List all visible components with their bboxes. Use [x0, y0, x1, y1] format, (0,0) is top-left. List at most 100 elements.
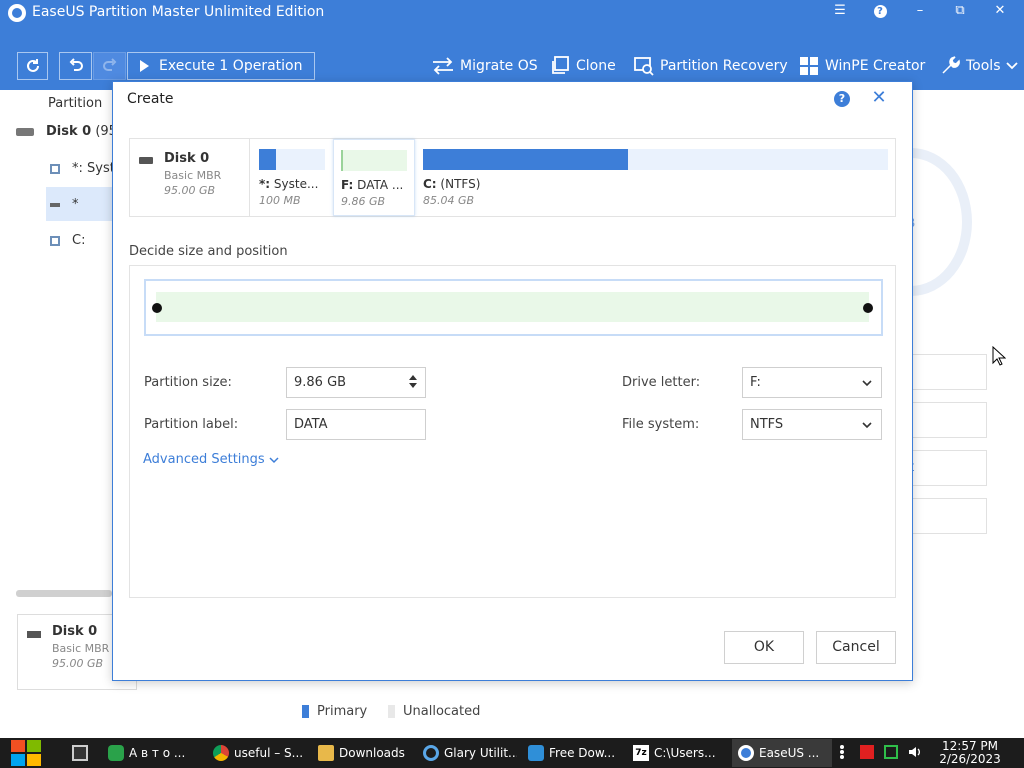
clone-button[interactable]: Clone	[550, 54, 616, 78]
legend-primary: Primary	[302, 704, 367, 719]
7zip-icon: 7z	[633, 745, 649, 761]
easeus-logo-icon	[8, 4, 26, 22]
tree-item-unallocated[interactable]: *	[50, 197, 79, 212]
system-clock[interactable]: 12:57 PM 2/26/2023	[930, 740, 1010, 766]
chat-icon	[108, 745, 124, 761]
refresh-icon	[26, 59, 39, 72]
clone-icon	[552, 56, 569, 74]
action-button-3[interactable]: t	[900, 450, 987, 486]
drive-letter-select[interactable]: F:	[742, 367, 882, 398]
cancel-button[interactable]: Cancel	[816, 631, 896, 664]
tree-item-c[interactable]: C:	[50, 233, 85, 248]
download-icon	[528, 745, 544, 761]
close-icon[interactable]: ✕	[869, 88, 889, 108]
taskbar-item[interactable]	[66, 739, 96, 767]
taskbar-item[interactable]: Glary Utilit...	[417, 739, 517, 767]
usage-fill	[259, 149, 276, 170]
taskbar-item[interactable]: Free Dow...	[522, 739, 622, 767]
help-icon[interactable]: ?	[834, 91, 850, 107]
tree-item-system[interactable]: *: Syst	[50, 161, 115, 176]
spinner-arrows-icon[interactable]	[409, 375, 417, 389]
taskbar: А в т о ... useful – S... Downloads Glar…	[0, 738, 1024, 768]
disk-icon	[27, 631, 41, 638]
slider-right-handle[interactable]	[863, 303, 873, 313]
execute-operation-button[interactable]: Execute 1 Operation	[127, 52, 315, 80]
slider-left-handle[interactable]	[152, 303, 162, 313]
dialog-title: Create	[127, 91, 174, 107]
action-button-2[interactable]	[900, 402, 987, 438]
partition-size-input[interactable]: 9.86 GB	[286, 367, 426, 398]
maximize-button[interactable]: ⧉	[940, 0, 980, 22]
action-button-4[interactable]	[900, 498, 987, 534]
taskbar-item[interactable]: 7z C:\Users...	[627, 739, 727, 767]
start-button[interactable]	[9, 738, 44, 768]
undo-button[interactable]	[59, 52, 92, 80]
chevron-down-icon	[1005, 62, 1018, 70]
advanced-settings-link[interactable]: Advanced Settings	[143, 452, 279, 467]
file-system-label: File system:	[622, 417, 700, 432]
tray-overflow-icon[interactable]	[840, 745, 844, 759]
windows-flag-icon	[11, 740, 41, 766]
taskbar-item-active[interactable]: EaseUS ...	[732, 739, 832, 767]
chevron-down-icon	[862, 380, 872, 387]
recovery-icon	[634, 57, 654, 76]
disk-icon	[16, 127, 34, 136]
folder-icon	[318, 745, 334, 761]
flag-tray-icon[interactable]	[860, 745, 874, 759]
undo-icon	[69, 58, 83, 71]
partition-block-data[interactable]: F: DATA ... 9.86 GB	[333, 139, 415, 216]
horizontal-scrollbar[interactable]	[16, 590, 112, 597]
glary-icon	[423, 745, 439, 761]
ok-button[interactable]: OK	[724, 631, 804, 664]
action-button-1[interactable]	[900, 354, 987, 390]
refresh-button[interactable]	[17, 52, 48, 80]
easeus-icon	[738, 745, 754, 761]
partition-size-label: Partition size:	[144, 375, 232, 390]
unallocated-swatch	[388, 705, 395, 718]
chevron-down-icon	[269, 456, 279, 463]
taskbar-item[interactable]: А в т о ...	[102, 739, 202, 767]
migrate-arrows-icon	[433, 57, 453, 75]
winpe-creator-button[interactable]: WinPE Creator	[799, 54, 925, 78]
drive-letter-label: Drive letter:	[622, 375, 701, 390]
redo-icon	[102, 58, 116, 71]
partition-label-label: Partition label:	[144, 417, 239, 432]
close-button[interactable]: ✕	[980, 0, 1020, 22]
wrench-icon	[942, 56, 960, 74]
partition-label-input[interactable]: DATA	[286, 409, 426, 440]
chevron-down-icon	[862, 422, 872, 429]
menu-icon[interactable]: ☰	[820, 0, 860, 22]
partition-icon	[50, 235, 60, 246]
windows-logo-icon	[800, 57, 818, 75]
legend-unallocated: Unallocated	[388, 704, 480, 719]
taskbar-item[interactable]: useful – S...	[207, 739, 307, 767]
volume-icon[interactable]	[908, 745, 922, 759]
slider-track	[156, 292, 869, 322]
partition-block-system[interactable]: *: Syste... 100 MB	[251, 139, 331, 216]
play-icon	[140, 60, 149, 72]
tree-item-disk0[interactable]: Disk 0 (95	[16, 124, 117, 139]
tools-menu-button[interactable]: Tools	[940, 54, 1024, 78]
minimize-button[interactable]: –	[900, 0, 940, 22]
create-partition-dialog: Create ? ✕ Disk 0 Basic MBR 95.00 GB *: …	[112, 81, 913, 681]
disk-map: Disk 0 Basic MBR 95.00 GB *: Syste... 10…	[129, 138, 896, 217]
disk-summary: Disk 0 Basic MBR 95.00 GB	[130, 139, 250, 216]
redo-button[interactable]	[93, 52, 126, 80]
partition-icon	[50, 163, 60, 174]
file-system-select[interactable]: NTFS	[742, 409, 882, 440]
usage-fill	[423, 149, 628, 170]
usage-fill	[342, 150, 344, 171]
migrate-os-button[interactable]: Migrate OS	[432, 54, 538, 78]
taskbar-item[interactable]: Downloads	[312, 739, 412, 767]
monitor-tray-icon[interactable]	[884, 745, 898, 759]
size-position-panel: Partition size: 9.86 GB Partition label:…	[129, 265, 896, 598]
partition-block-c[interactable]: C: (NTFS) 85.04 GB	[417, 139, 895, 216]
partition-recovery-button[interactable]: Partition Recovery	[634, 54, 788, 78]
unallocated-icon	[50, 202, 60, 207]
mouse-cursor-icon	[992, 346, 1006, 366]
help-icon[interactable]: ?	[860, 0, 900, 22]
size-position-label: Decide size and position	[129, 244, 288, 259]
app-title: EaseUS Partition Master Unlimited Editio…	[32, 4, 325, 20]
partition-column-header: Partition	[48, 96, 103, 111]
partition-size-slider[interactable]	[144, 279, 883, 336]
